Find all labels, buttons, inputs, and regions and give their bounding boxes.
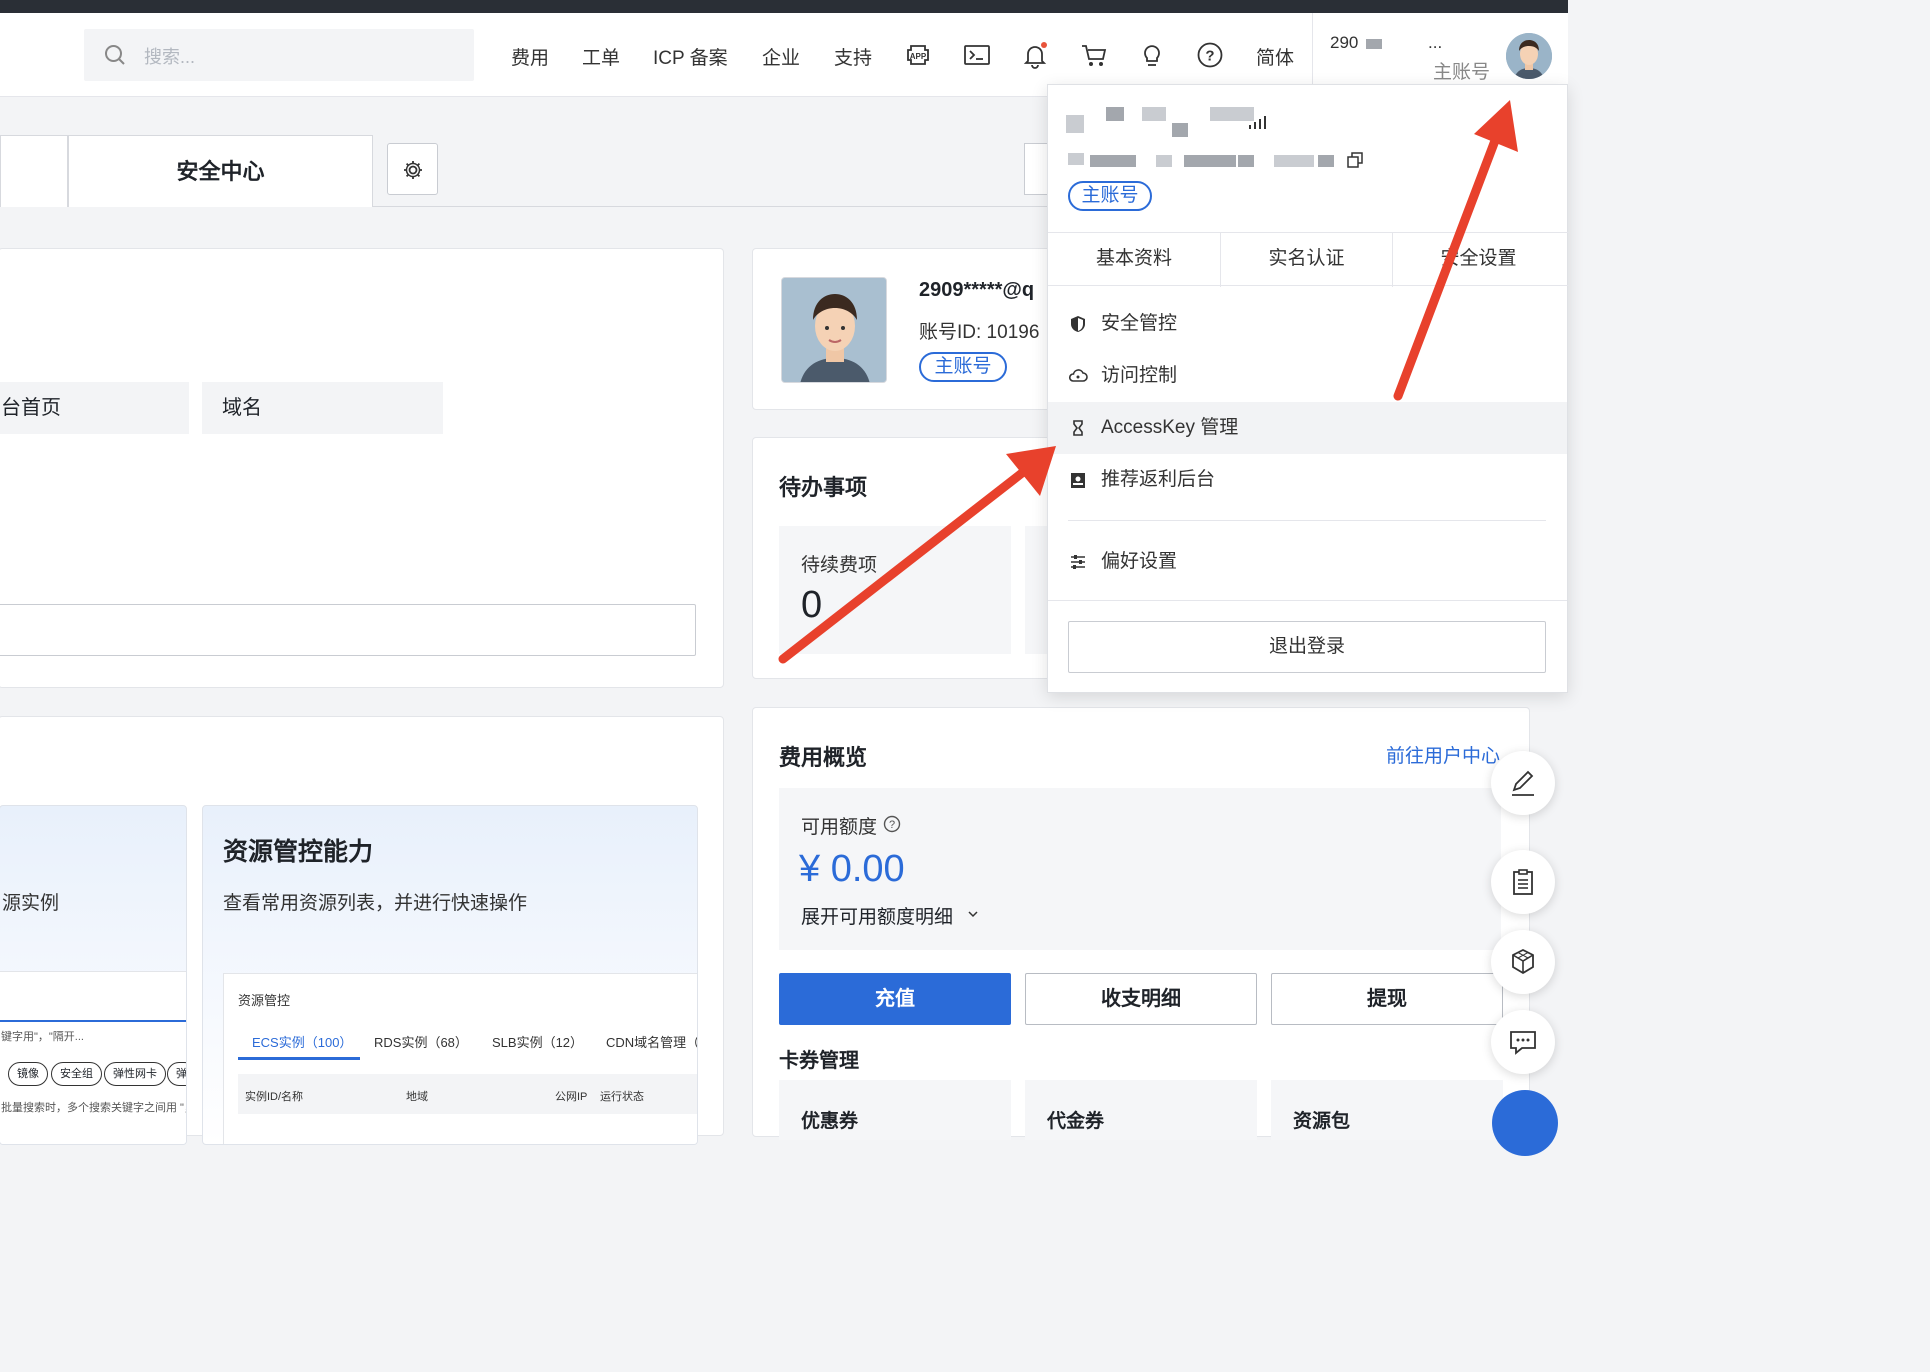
- annotation-arrows: [778, 100, 1518, 664]
- annotation-arrow-avatar: [1393, 100, 1518, 401]
- annotation-arrow-accesskey: [778, 446, 1056, 664]
